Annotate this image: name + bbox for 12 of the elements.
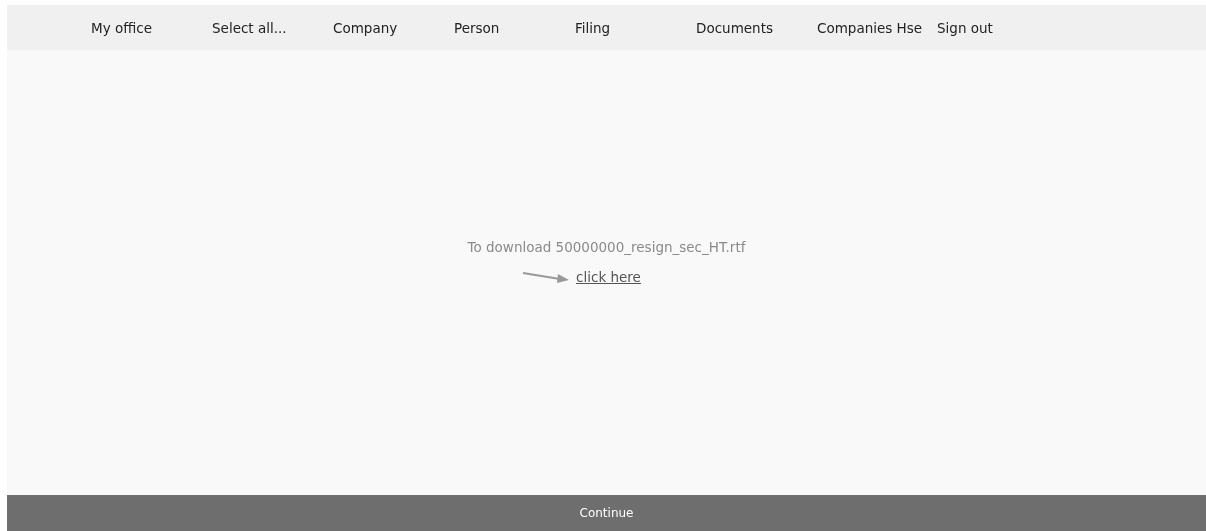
nav-link[interactable]: Filing [575, 19, 696, 36]
arrow-icon [522, 270, 571, 283]
nav-link[interactable]: Sign out [937, 19, 1058, 36]
continue-button[interactable]: Continue [7, 495, 1206, 531]
nav-link[interactable]: Select all... [212, 19, 333, 36]
nav-link[interactable]: Documents [696, 19, 817, 36]
nav-link[interactable]: Company [333, 19, 454, 36]
download-message: To download 50000000_resign_sec_HT.rtf [467, 238, 746, 255]
download-link[interactable]: click here [576, 268, 641, 285]
nav-link[interactable]: My office [91, 19, 212, 36]
nav-link[interactable]: Person [454, 19, 575, 36]
nav-link[interactable]: Companies Hse [817, 19, 937, 36]
